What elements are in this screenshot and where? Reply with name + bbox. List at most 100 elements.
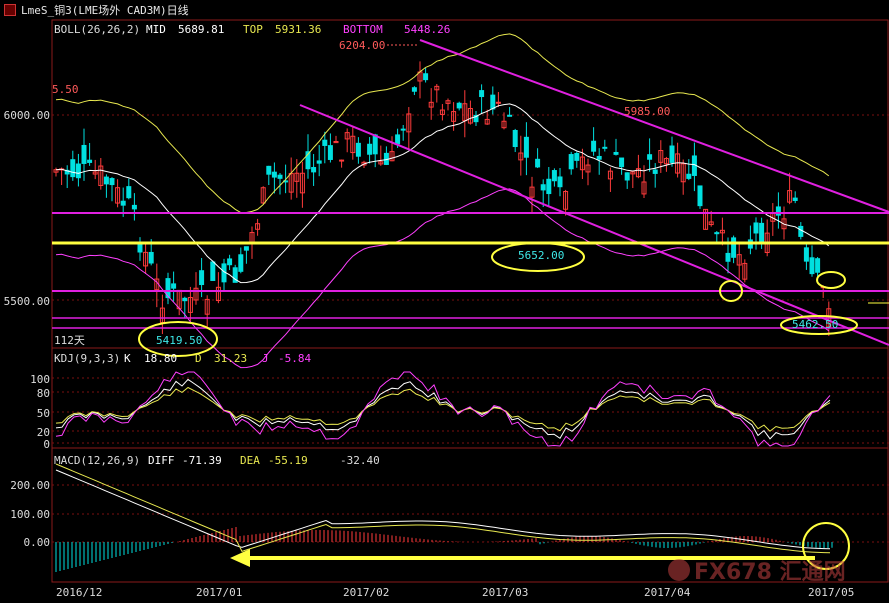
candle-body	[327, 145, 333, 160]
candle-body	[652, 169, 658, 174]
annotation-5652: 5652.00	[518, 249, 565, 262]
price-tick-5500: 5500.00	[3, 295, 50, 308]
time-label-jan: 2017/01	[196, 586, 243, 599]
candle-body	[495, 101, 501, 104]
macd-tick-100: 100.00	[10, 508, 50, 521]
candle-body	[316, 160, 322, 164]
candle-body	[277, 174, 283, 179]
candle-body	[568, 154, 574, 170]
candle-body	[423, 73, 429, 81]
annotation-high: 6204.00	[339, 39, 386, 52]
candle-body	[803, 247, 809, 262]
candle-body	[456, 102, 462, 109]
kdj-d-label: D	[195, 352, 202, 365]
time-label-dec: 2016/12	[56, 586, 103, 599]
annotation-5462: 5462.50	[792, 318, 839, 331]
annotation-5985: 5985.00	[624, 105, 671, 118]
candle-body	[613, 151, 619, 155]
kdj-k-label: K	[124, 352, 131, 365]
candle-body	[70, 159, 76, 178]
kdj-j-label: J	[262, 352, 269, 365]
candle-body	[792, 197, 798, 201]
candle-body	[372, 134, 378, 155]
kdj-j-value: -5.84	[278, 352, 312, 365]
candle-body	[148, 251, 154, 264]
watermark-logo-icon	[668, 559, 690, 581]
boll-mid-label: MID	[146, 23, 166, 36]
macd-diff-label: DIFF	[148, 454, 175, 467]
candle-body	[171, 283, 177, 289]
candle-body	[103, 176, 109, 185]
candle-body	[322, 139, 328, 146]
candle-body	[126, 186, 132, 199]
candle-body	[120, 200, 126, 206]
candle-body	[400, 128, 406, 131]
highlight-last	[816, 271, 846, 289]
kdj-tick-100: 100	[30, 373, 50, 386]
macd-value: -32.40	[340, 454, 380, 467]
candle-body	[87, 159, 93, 163]
macd-tick-0: 0.00	[23, 536, 51, 549]
candle-body	[546, 178, 552, 195]
candle-body	[753, 222, 759, 234]
candle-body	[355, 142, 361, 157]
boll-label: BOLL(26,26,2)	[54, 23, 141, 36]
candle-body	[731, 237, 737, 258]
macd-dea-label: DEA	[240, 454, 260, 467]
candle-body	[591, 140, 597, 152]
kdj-tick-50: 50	[36, 407, 50, 420]
kdj-panel-frame	[51, 347, 889, 449]
candle-body	[210, 261, 216, 281]
macd-diff-line	[55, 469, 831, 550]
chart-canvas[interactable]	[0, 0, 889, 603]
candle-body	[109, 178, 115, 186]
candle-body	[243, 246, 249, 251]
macd-dea-line	[55, 463, 831, 554]
candle-body	[551, 170, 557, 182]
candle-body	[479, 90, 485, 98]
candle-body	[395, 134, 401, 145]
watermark: FX678 汇通网	[668, 554, 846, 586]
macd-diff-value: -71.39	[182, 454, 222, 467]
candle-body	[311, 167, 317, 173]
candle-body	[238, 254, 244, 272]
macd-dea-value: -55.19	[268, 454, 308, 467]
candle-body	[540, 184, 546, 191]
candle-body	[227, 258, 233, 266]
channel-upper-line	[419, 39, 889, 213]
kdj-k-value: 18.80	[144, 352, 178, 365]
candle-body	[798, 225, 804, 237]
candle-body	[182, 297, 188, 302]
boll-top-line	[55, 33, 830, 214]
boll-mid-line	[55, 103, 830, 284]
boll-bottom-label: BOTTOM	[343, 23, 383, 36]
candle-body	[367, 143, 373, 155]
kdj-label: KDJ(9,3,3)	[54, 352, 121, 365]
candle-body	[815, 258, 821, 273]
candle-body	[512, 129, 518, 148]
candle-body	[523, 136, 529, 158]
candle-body	[574, 153, 580, 161]
kdj-d-line	[55, 386, 831, 432]
candle-body	[199, 270, 205, 286]
candle-body	[411, 87, 417, 92]
annotation-left-edge: 5.50	[52, 83, 79, 96]
candle-body	[809, 257, 815, 275]
time-label-may: 2017/05	[808, 586, 855, 599]
candle-body	[557, 176, 563, 188]
price-tick-6000: 6000.00	[3, 109, 50, 122]
candle-body	[624, 172, 630, 181]
candle-body	[535, 158, 541, 168]
candle-body	[669, 145, 675, 163]
candle-body	[75, 163, 81, 179]
candle-body	[81, 144, 87, 164]
watermark-text: FX678 汇通网	[694, 560, 846, 585]
macd-label: MACD(12,26,9)	[54, 454, 141, 467]
kdj-tick-80: 80	[36, 387, 50, 400]
kdj-k-line	[55, 378, 831, 440]
candle-body	[759, 222, 765, 244]
candle-body	[271, 171, 277, 178]
candle-body	[647, 154, 653, 160]
candle-body	[697, 185, 703, 207]
candle-body	[725, 252, 731, 262]
